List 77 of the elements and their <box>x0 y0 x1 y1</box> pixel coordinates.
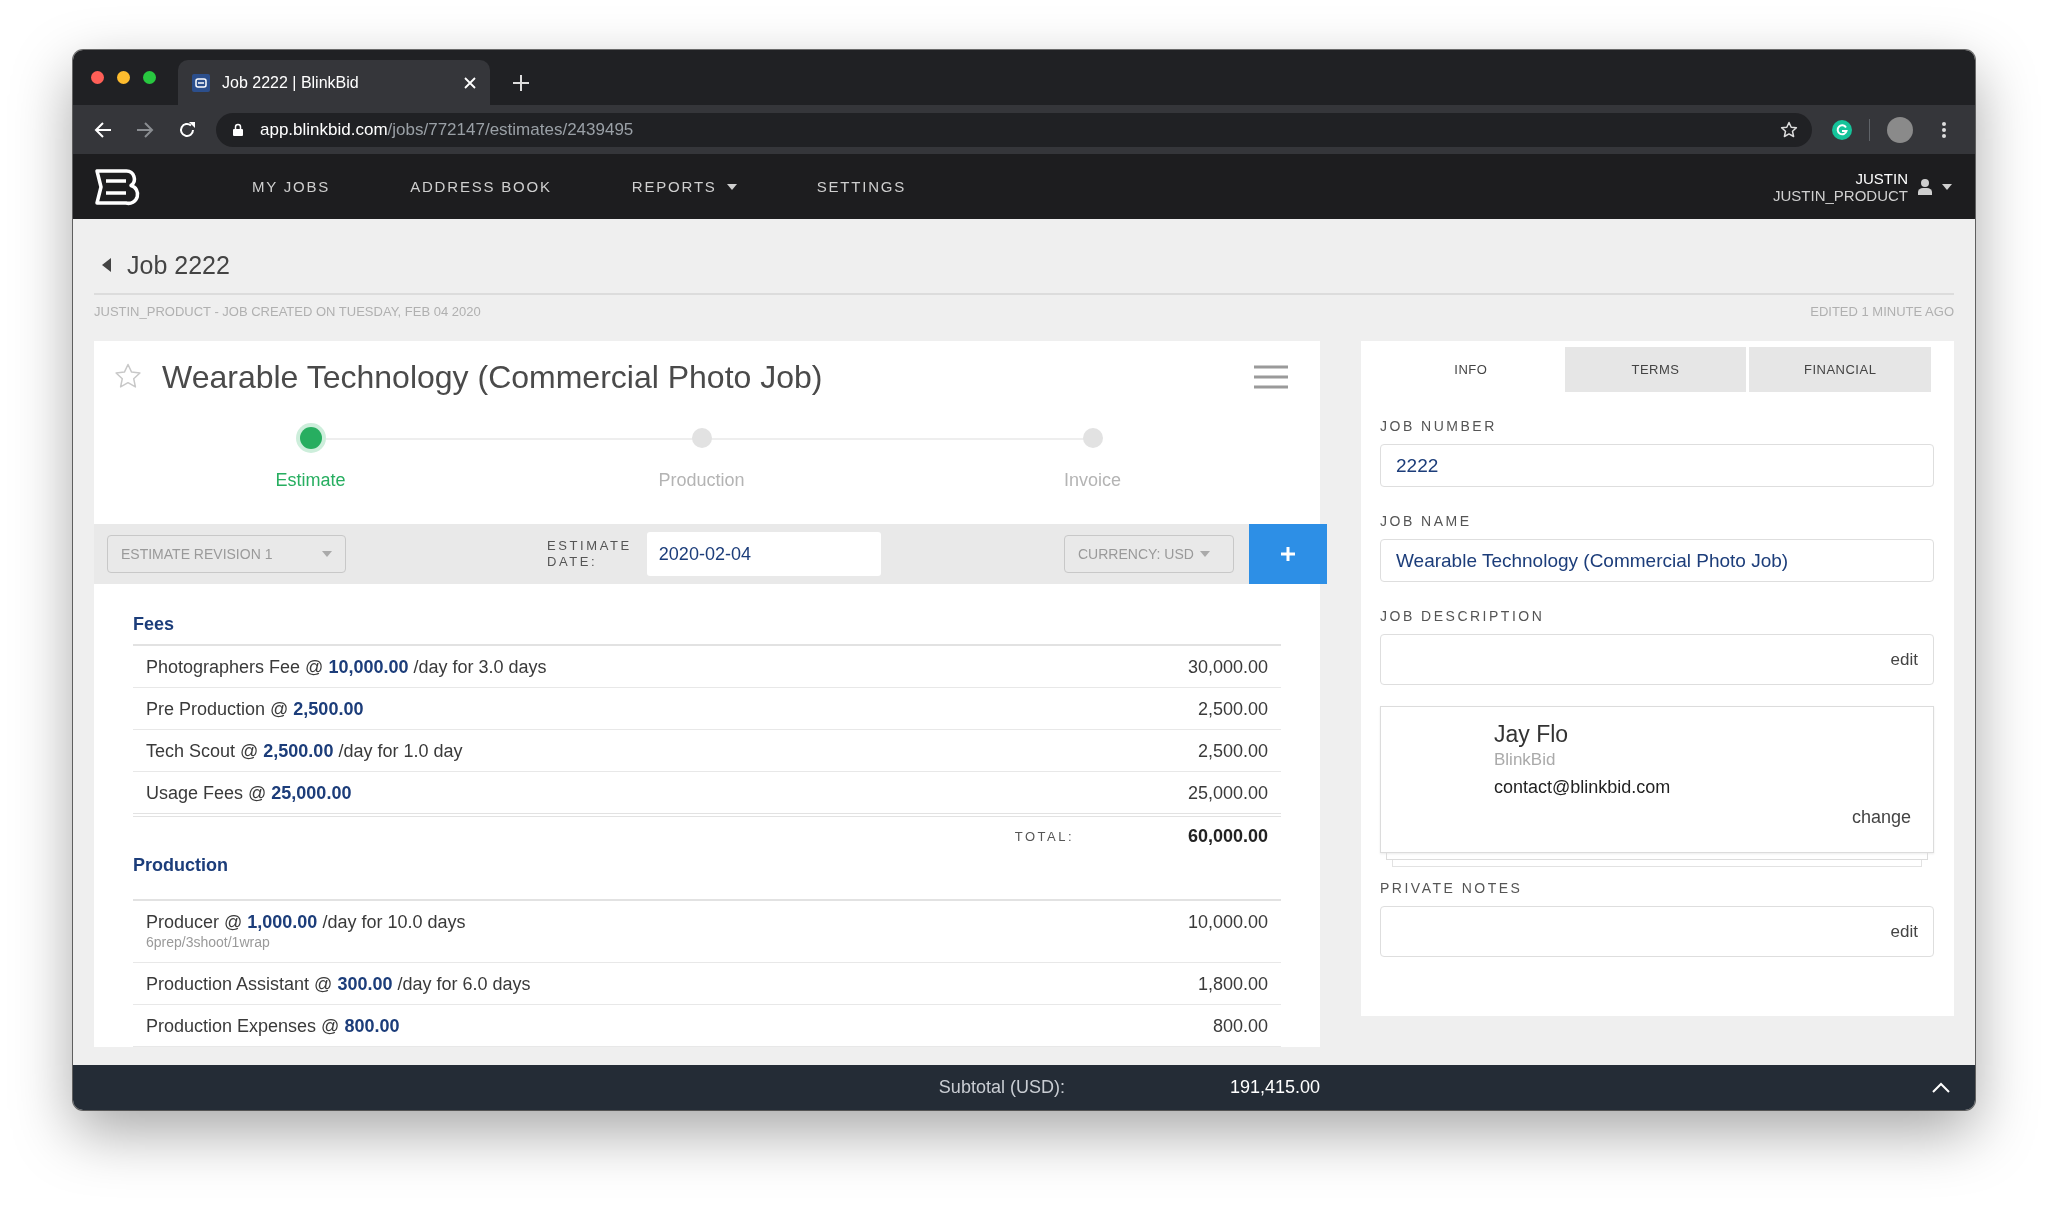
back-icon[interactable] <box>94 120 112 139</box>
estimate-title: Wearable Technology (Commercial Photo Job) <box>162 358 824 396</box>
caret-icon <box>1199 551 1210 557</box>
window-minimize-icon[interactable] <box>117 71 130 84</box>
edit-link[interactable]: edit <box>1890 921 1918 942</box>
window-close-icon[interactable] <box>91 71 104 84</box>
date-field[interactable]: 2020-02-04 <box>646 532 881 576</box>
menu-icon[interactable] <box>1254 365 1288 389</box>
contact-email: contact@blinkbid.com <box>1494 776 1672 799</box>
more-icon[interactable] <box>1942 121 1946 138</box>
close-icon[interactable] <box>464 76 476 89</box>
line-item-description: Production Expenses @ 800.00 <box>146 1015 400 1037</box>
line-item-amount: 25,000.00 <box>1187 782 1268 804</box>
nav-link[interactable]: REPORTS <box>631 178 737 195</box>
edit-link[interactable]: edit <box>1890 649 1918 670</box>
field-label: JOB DESCRIPTION <box>1380 607 1546 625</box>
field-label: PRIVATE NOTES <box>1380 879 1524 897</box>
edited-note: EDITED 1 MINUTE AGO <box>1810 304 1954 320</box>
back-caret-icon[interactable] <box>102 258 111 272</box>
star-icon[interactable] <box>1780 120 1798 139</box>
favicon-icon <box>192 73 210 92</box>
browser-tab[interactable]: Job 2222 | BlinkBid <box>178 60 490 105</box>
change-link[interactable]: change <box>1851 805 1911 829</box>
address-bar[interactable]: app.blinkbid.com/jobs/772147/estimates/2439495 <box>216 112 1812 147</box>
nav-link[interactable]: SETTINGS <box>816 178 907 195</box>
user-icon <box>1918 178 1932 195</box>
user-menu[interactable]: JUSTIN JUSTIN_PRODUCT <box>1773 169 1952 204</box>
line-item-amount: 2,500.00 <box>1197 740 1268 762</box>
text-field[interactable]: 2222 <box>1380 444 1934 487</box>
line-item-amount: 2,500.00 <box>1197 698 1268 720</box>
line-item-note: 6prep/3shoot/1wrap <box>146 933 271 952</box>
forward-icon[interactable] <box>136 120 154 139</box>
subtotal-label: Subtotal (USD): <box>938 1077 1065 1098</box>
reload-icon[interactable] <box>178 120 196 139</box>
step-label: Estimate <box>275 469 346 491</box>
section-title: Production <box>133 855 228 875</box>
line-item-amount: 800.00 <box>1212 1015 1268 1037</box>
star-icon[interactable] <box>114 363 142 391</box>
step-label: Production <box>658 469 745 491</box>
line-item-description: Tech Scout @ 2,500.00 /day for 1.0 day <box>146 740 463 762</box>
line-item-description: Usage Fees @ 25,000.00 <box>146 782 352 804</box>
field-label: JOB NAME <box>1380 512 1473 530</box>
line-item-description: Photographers Fee @ 10,000.00 /day for 3.0 days <box>146 656 547 678</box>
caret-icon <box>1942 183 1952 190</box>
line-item-description: Pre Production @ 2,500.00 <box>146 698 364 720</box>
chevron-up-icon[interactable] <box>1932 1082 1950 1093</box>
panel-tab[interactable]: TERMS <box>1564 347 1747 392</box>
date-label: ESTIMATE DATE: <box>547 538 632 570</box>
contact-company: BlinkBid <box>1494 749 1557 771</box>
caret-icon <box>322 551 332 557</box>
created-note: JUSTIN_PRODUCT - JOB CREATED ON TUESDAY, FEB 04 2020 <box>94 304 481 320</box>
logo-icon[interactable] <box>93 167 141 206</box>
page-title: Job 2222 <box>127 250 230 280</box>
extension-icon[interactable] <box>1832 119 1852 140</box>
window-zoom-icon[interactable] <box>143 71 156 84</box>
text-area-field[interactable]: edit <box>1380 906 1934 957</box>
line-item-description: Producer @ 1,000.00 /day for 10.0 days <box>146 911 466 933</box>
line-item-amount: 10,000.00 <box>1187 911 1268 933</box>
section-title: Fees <box>133 614 175 634</box>
subtotal-amount: 191,415.00 <box>1229 1077 1320 1098</box>
text-field[interactable]: Wearable Technology (Commercial Photo Job) <box>1380 539 1934 582</box>
contact-name: Jay Flo <box>1494 720 1570 749</box>
line-item-amount: 30,000.00 <box>1187 656 1268 678</box>
lock-icon <box>233 123 243 136</box>
new-tab-icon[interactable] <box>513 75 529 91</box>
panel-tab[interactable]: FINANCIAL <box>1749 347 1931 392</box>
plus-icon <box>1281 547 1295 561</box>
line-item-amount: 1,800.00 <box>1197 973 1268 995</box>
line-item-description: Production Assistant @ 300.00 /day for 6.0 days <box>146 973 531 995</box>
step-label: Invoice <box>1063 469 1121 491</box>
field-label: JOB NUMBER <box>1380 417 1498 435</box>
avatar-icon[interactable] <box>1887 116 1913 143</box>
nav-link[interactable]: MY JOBS <box>252 178 331 195</box>
text-area-field[interactable]: edit <box>1380 634 1934 685</box>
total-label: TOTAL: <box>1014 828 1074 844</box>
total-amount: 60,000.00 <box>1186 825 1268 847</box>
nav-link[interactable]: ADDRESS BOOK <box>410 178 552 195</box>
